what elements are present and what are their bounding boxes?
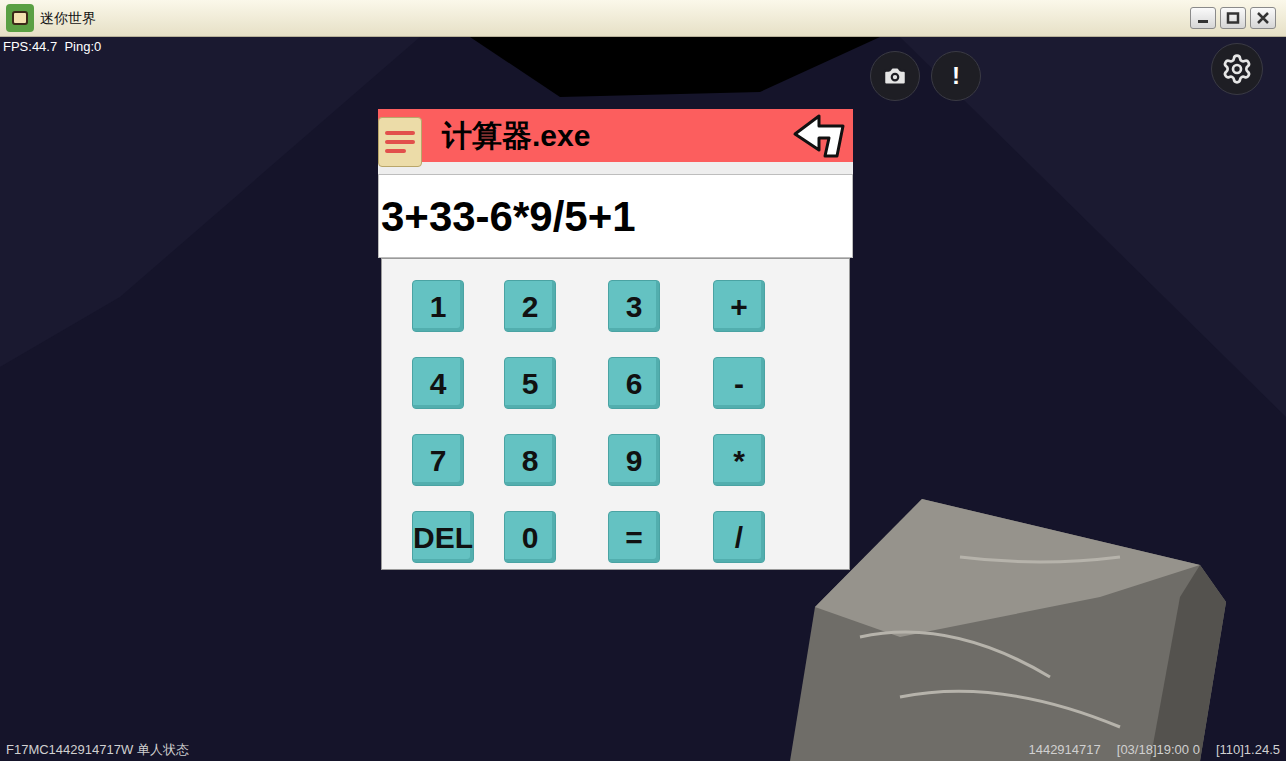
calculator-key[interactable]: - (713, 357, 765, 409)
game-view[interactable]: FPS:44.7 Ping:0! 计算器.exe 3+33-6*9/5+1 123 +4… (0, 37, 1286, 761)
minimize-button[interactable] (1190, 7, 1216, 29)
calculator-key[interactable]: 0 (504, 511, 556, 563)
calculator-key[interactable]: 4 (412, 357, 464, 409)
status-left: F17MC1442914717W 单人状态 (6, 740, 189, 760)
gear-icon (1221, 53, 1253, 85)
calculator-key[interactable]: / (713, 511, 765, 563)
calculator-key[interactable]: 8 (504, 434, 556, 486)
max-icon (1226, 12, 1240, 24)
calculator-display[interactable]: 3+33-6*9/5+1 (378, 174, 853, 258)
status-item: [03/18]19:00 0 (1117, 740, 1200, 760)
calculator-key[interactable]: 6 (608, 357, 660, 409)
title-bar: 迷你世界 (0, 0, 1286, 37)
app-window: 迷你世界FPS:44.7 Ping:0!计算器.exe3+33-6*9/5+11… (0, 0, 1286, 761)
status-item: 1442914717 (1028, 740, 1100, 760)
window-title: 迷你世界 (40, 8, 96, 29)
close-button[interactable] (1250, 7, 1276, 29)
close-icon (1256, 12, 1270, 24)
camera-icon (882, 63, 908, 89)
calculator-key[interactable]: * (713, 434, 765, 486)
calculator-key[interactable]: + (713, 280, 765, 332)
calculator-key[interactable]: 9 (608, 434, 660, 486)
status-right: 1442914717 [03/18]19:00 0 [110]1.24.5 (1028, 740, 1280, 760)
calculator-key[interactable]: = (608, 511, 660, 563)
settings-button[interactable] (1211, 43, 1263, 95)
calculator-key[interactable]: 1 (412, 280, 464, 332)
keypad: 123 +456 - 789 * DEL 0 = / (381, 258, 850, 570)
calculator-key[interactable]: 7 (412, 434, 464, 486)
calculator-key[interactable]: DEL (412, 511, 474, 563)
alert-button[interactable]: ! (931, 51, 981, 101)
calculator-title: 计算器.exe (442, 113, 590, 158)
calculator-key[interactable]: 3 (608, 280, 660, 332)
back-arrow-icon[interactable] (791, 112, 849, 160)
min-icon (1196, 12, 1210, 24)
calculator-key[interactable]: 2 (504, 280, 556, 332)
maximize-button[interactable] (1220, 7, 1246, 29)
calculator-window: 计算器.exe 3+33-6*9/5+1 123 +456 - 789 * DEL 0 = / (378, 109, 853, 570)
calculator-key[interactable]: 5 (504, 357, 556, 409)
app-logo-icon (6, 4, 34, 32)
hud-stats: FPS:44.7 Ping:0 (3, 37, 101, 57)
calculator-header: 计算器.exe (378, 109, 853, 162)
camera-button[interactable] (870, 51, 920, 101)
status-item: [110]1.24.5 (1216, 740, 1280, 760)
menu-icon[interactable] (378, 117, 422, 167)
